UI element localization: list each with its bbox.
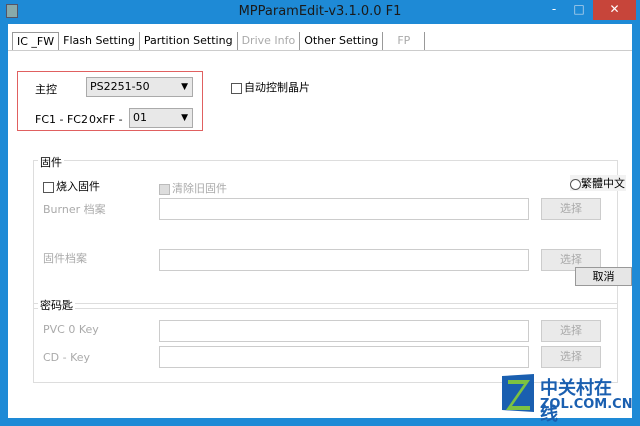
checkbox-icon <box>43 181 54 193</box>
keys-group <box>33 303 618 383</box>
cd-key-input[interactable] <box>159 346 529 368</box>
chevron-down-icon: ▼ <box>181 113 188 123</box>
fc-label: FC1 - FC2 <box>35 113 88 126</box>
controller-select[interactable]: PS2251-50 ▼ <box>86 77 193 97</box>
burn-firmware-label: 烧入固件 <box>56 180 100 193</box>
fc-select[interactable]: 01 ▼ <box>129 108 193 128</box>
cancel-button[interactable]: 取消 <box>575 267 632 286</box>
tab-fp[interactable]: FP <box>383 32 426 50</box>
firmware-group-title: 固件 <box>38 154 64 170</box>
tab-ic-fw[interactable]: IC _FW <box>12 32 60 50</box>
minimize-button[interactable]: - <box>543 0 565 20</box>
clear-firmware-checkbox[interactable]: 清除旧固件 <box>159 180 227 196</box>
fc-value: 01 <box>133 111 147 124</box>
chevron-down-icon: ▼ <box>181 82 188 92</box>
burn-firmware-checkbox[interactable]: 烧入固件 <box>43 178 100 194</box>
traditional-chinese-radio[interactable]: 繁體中文 <box>570 175 626 191</box>
close-button[interactable]: ✕ <box>593 0 636 20</box>
pvc-select-button[interactable]: 选择 <box>541 320 601 342</box>
tab-flash-setting[interactable]: Flash Setting <box>59 32 140 50</box>
burner-select-button[interactable]: 选择 <box>541 198 601 220</box>
burner-file-label: Burner 档案 <box>43 203 106 216</box>
tab-partition-setting[interactable]: Partition Setting <box>139 32 238 50</box>
controller-label: 主控 <box>35 83 57 96</box>
tab-drive-info[interactable]: Drive Info <box>237 32 301 50</box>
watermark-en: ZOL.COM.CN <box>540 397 633 412</box>
maximize-button[interactable]: □ <box>568 0 590 20</box>
checkbox-icon <box>159 183 170 195</box>
tab-divider <box>8 50 632 51</box>
clear-firmware-label: 清除旧固件 <box>172 182 227 195</box>
radio-label: 繁體中文 <box>581 177 625 190</box>
cd-select-button[interactable]: 选择 <box>541 346 601 368</box>
firmware-file-label: 固件档案 <box>43 252 87 265</box>
radio-icon <box>570 178 581 190</box>
tab-other-setting[interactable]: Other Setting <box>300 32 384 50</box>
fc-prefix: 0xFF - <box>89 113 123 126</box>
tab-bar: IC _FW Flash Setting Partition Setting D… <box>12 32 426 50</box>
firmware-group <box>33 160 618 309</box>
zol-watermark: 中关村在线 ZOL.COM.CN <box>500 372 633 425</box>
pvc-key-label: PVC 0 Key <box>43 323 99 336</box>
pvc-key-input[interactable] <box>159 320 529 342</box>
keys-group-title: 密码匙 <box>38 297 75 313</box>
cd-key-label: CD - Key <box>43 351 91 364</box>
controller-value: PS2251-50 <box>90 80 150 93</box>
burner-file-input[interactable] <box>159 198 529 220</box>
checkbox-icon <box>231 82 242 94</box>
firmware-file-input[interactable] <box>159 249 529 271</box>
zol-logo-icon <box>502 374 534 412</box>
auto-chip-label: 自动控制晶片 <box>244 81 310 94</box>
auto-chip-checkbox[interactable]: 自动控制晶片 <box>231 79 310 95</box>
